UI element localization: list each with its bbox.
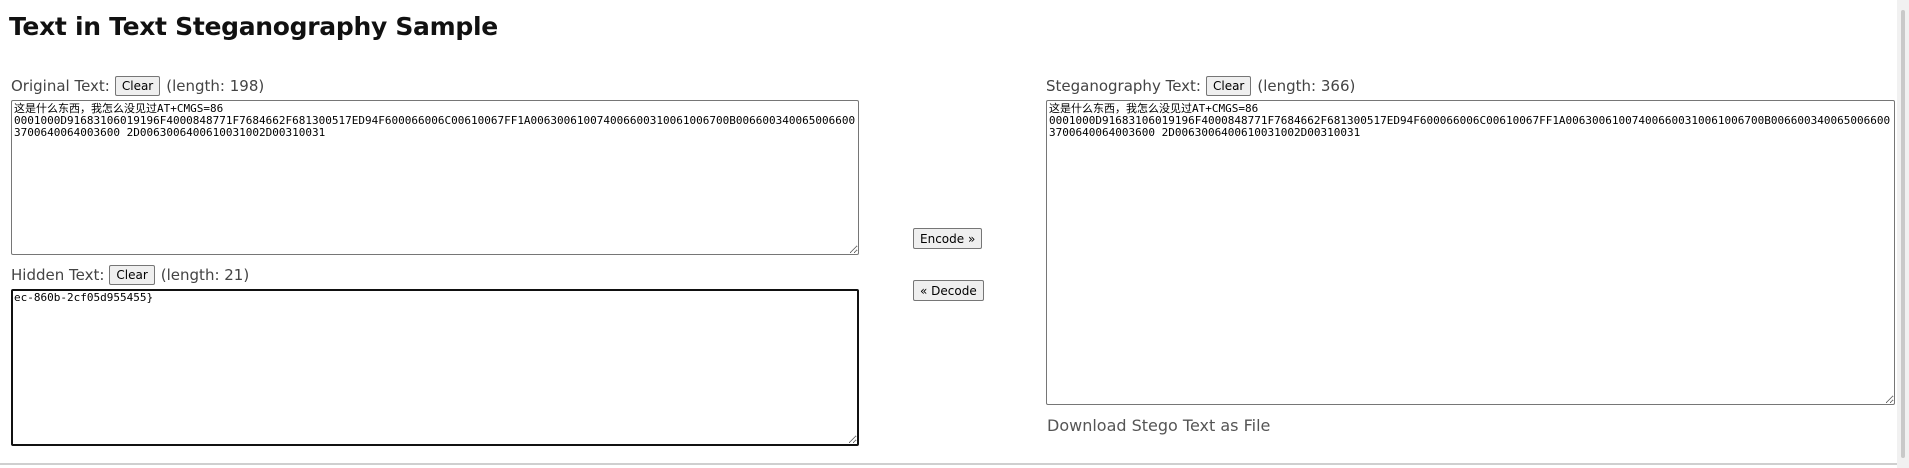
page-title: Text in Text Steganography Sample: [9, 12, 498, 41]
original-text-label-row: Original Text: Clear (length: 198): [11, 75, 264, 97]
original-text-input[interactable]: 这是什么东西，我怎么没见过AT+CMGS=86 0001000D91683106…: [11, 100, 859, 255]
encode-button[interactable]: Encode »: [913, 228, 983, 249]
clear-stego-button[interactable]: Clear: [1205, 76, 1252, 96]
download-stego-link[interactable]: Download Stego Text as File: [1047, 416, 1270, 435]
original-length: (length: 198): [166, 77, 265, 95]
hidden-text-input[interactable]: ec-860b-2cf05d955455}: [11, 289, 859, 446]
stego-text-output[interactable]: 这是什么东西，我怎么没见过AT+CMGS=86 0001000D91683106…: [1046, 100, 1895, 405]
hidden-text-label: Hidden Text:: [11, 266, 105, 284]
stego-text-label-row: Steganography Text: Clear (length: 366): [1046, 75, 1355, 97]
stego-text-label: Steganography Text:: [1046, 77, 1201, 95]
original-text-label: Original Text:: [11, 77, 110, 95]
hidden-length: (length: 21): [160, 266, 250, 284]
clear-hidden-button[interactable]: Clear: [109, 265, 155, 285]
stego-length: (length: 366): [1257, 77, 1356, 95]
bottom-divider: [0, 463, 1909, 465]
decode-button[interactable]: « Decode: [913, 280, 984, 301]
clear-original-button[interactable]: Clear: [114, 76, 161, 96]
hidden-text-label-row: Hidden Text: Clear (length: 21): [11, 264, 249, 286]
page-scrollbar-thumb[interactable]: [1901, 10, 1905, 458]
